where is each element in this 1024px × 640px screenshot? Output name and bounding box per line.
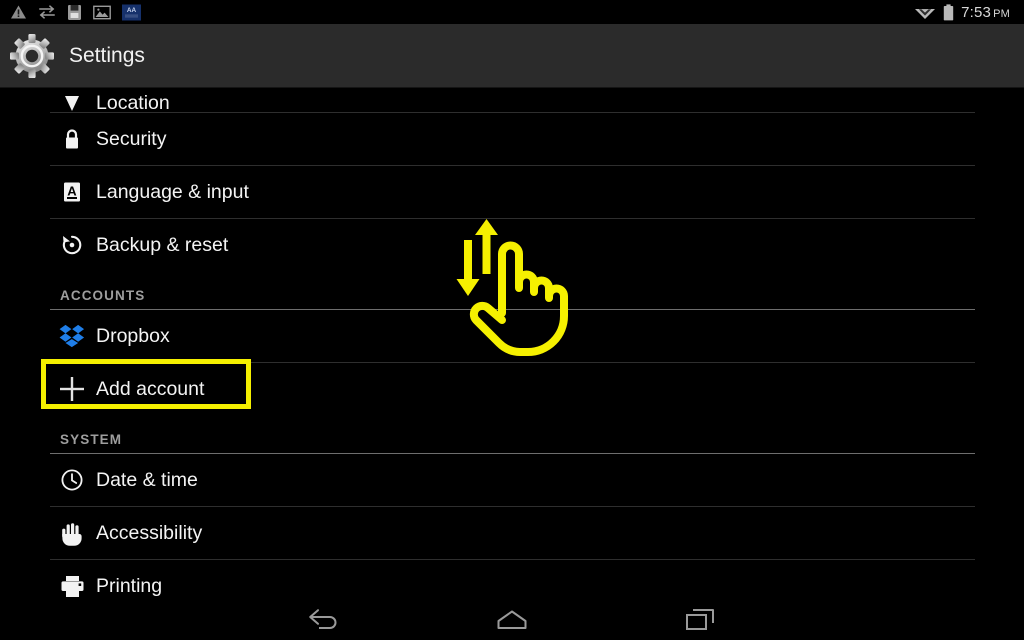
- status-bar-right: 7:53 PM: [914, 4, 1016, 21]
- list-item-date-time[interactable]: Date & time: [0, 454, 1024, 506]
- plus-icon: [59, 376, 85, 402]
- wifi-icon: [915, 9, 936, 19]
- list-item-label: Date & time: [96, 468, 198, 491]
- hand-icon: [59, 520, 85, 546]
- action-bar: Settings: [0, 24, 1024, 88]
- clock-time: 7:53: [961, 3, 992, 21]
- list-item-label: Dropbox: [96, 324, 170, 347]
- section-header-label: SYSTEM: [60, 432, 123, 447]
- list-item-label: Accessibility: [96, 521, 203, 544]
- list-item-label: Security: [96, 127, 167, 150]
- location-pin-icon: [59, 96, 85, 112]
- svg-text:AA: AA: [127, 7, 137, 14]
- recent-apps-icon: [686, 609, 714, 630]
- scroll-vertical-gesture: [455, 218, 570, 358]
- image-icon: [93, 5, 111, 19]
- keyboard-a-icon: A: [59, 179, 85, 205]
- page-title: Settings: [69, 43, 145, 67]
- lock-icon: [59, 126, 85, 152]
- list-item-label: Add account: [96, 377, 205, 400]
- battery-icon: [943, 3, 954, 20]
- data-transfer-icon: [39, 5, 55, 19]
- list-item-label: Location: [96, 92, 170, 112]
- list-item-accessibility[interactable]: Accessibility: [0, 507, 1024, 559]
- navigation-bar: [0, 600, 1024, 640]
- home-button[interactable]: [484, 603, 540, 637]
- back-icon: [309, 609, 337, 629]
- settings-screen: AA 7:53 PM Settings Location Security A …: [0, 0, 1024, 640]
- list-item-add-account[interactable]: Add account: [0, 363, 1024, 415]
- recent-apps-button[interactable]: [672, 603, 728, 637]
- dropbox-icon: [59, 323, 85, 349]
- clock-ampm: PM: [993, 7, 1010, 20]
- list-item-location[interactable]: Location: [0, 88, 1024, 112]
- settings-gear-icon[interactable]: [9, 33, 55, 79]
- list-item-security[interactable]: Security: [0, 113, 1024, 165]
- status-bar: AA 7:53 PM: [0, 0, 1024, 24]
- list-item-label: Language & input: [96, 180, 249, 203]
- backup-restore-icon: [59, 232, 85, 258]
- status-bar-left-icons: AA: [10, 4, 141, 21]
- printer-icon: [59, 573, 85, 599]
- clock-icon: [59, 467, 85, 493]
- back-button[interactable]: [296, 603, 352, 637]
- section-header-label: ACCOUNTS: [60, 288, 146, 303]
- list-item-language-input[interactable]: A Language & input: [0, 166, 1024, 218]
- section-header-system: SYSTEM: [0, 415, 1024, 453]
- status-bar-clock: 7:53 PM: [961, 4, 1010, 21]
- app-notification-icon: AA: [122, 4, 141, 20]
- list-item-printing[interactable]: Printing: [0, 560, 1024, 600]
- home-icon: [497, 610, 527, 629]
- warning-triangle-icon: [11, 5, 26, 19]
- svg-text:A: A: [67, 184, 77, 199]
- list-item-label: Printing: [96, 574, 163, 597]
- list-item-label: Backup & reset: [96, 233, 229, 256]
- sd-card-save-icon: [68, 4, 81, 20]
